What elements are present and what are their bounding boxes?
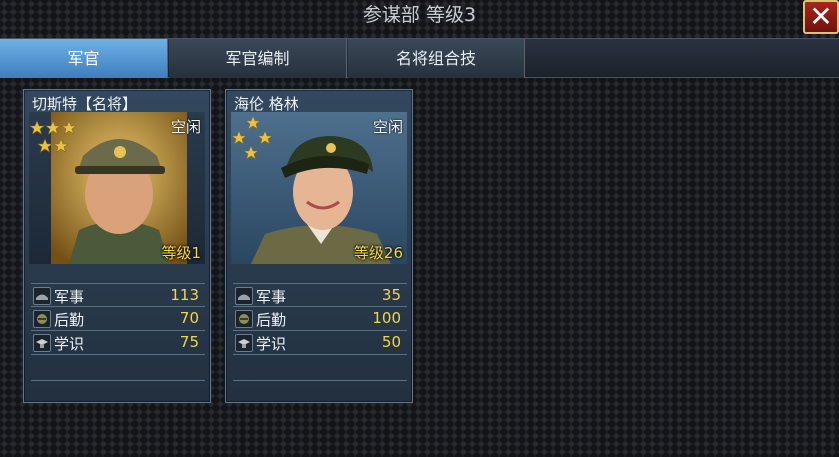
stat-value: 35 (381, 286, 401, 304)
officer-portrait: 空闲 等级26 (231, 112, 407, 264)
star-icon (231, 130, 247, 145)
stat-value: 100 (372, 309, 401, 327)
stat-row-logistics: 后勤 70 (31, 307, 205, 331)
stat-label: 军事 (54, 288, 85, 306)
level-label: 等级26 (353, 244, 403, 262)
officer-portrait: 空闲 等级1 (29, 112, 205, 264)
logistics-icon (33, 310, 51, 328)
stat-value: 70 (179, 309, 199, 327)
stat-value: 50 (381, 333, 401, 351)
officer-card[interactable]: 海伦 格林 空闲 等级26 军事 35 后勤 100 学识 50 (225, 89, 413, 403)
stat-row-knowledge: 学识 50 (233, 331, 407, 355)
officer-name: 切斯特【名将】 (32, 95, 138, 113)
star-icon (257, 130, 273, 145)
stat-value: 75 (179, 333, 199, 351)
rank-stars (29, 120, 77, 153)
officer-name: 海伦 格林 (234, 95, 299, 113)
stat-label: 军事 (256, 288, 287, 306)
logistics-icon (235, 310, 253, 328)
rank-stars (231, 115, 273, 160)
knowledge-icon (33, 334, 51, 352)
military-icon (33, 287, 51, 305)
level-label: 等级1 (161, 244, 201, 262)
window-title: 参谋部 等级3 (362, 4, 477, 26)
stat-label: 学识 (54, 335, 85, 353)
star-icon (29, 120, 45, 135)
stat-row-knowledge: 学识 75 (31, 331, 205, 355)
star-icon (61, 120, 77, 135)
knowledge-icon (235, 334, 253, 352)
stat-row-logistics: 后勤 100 (233, 307, 407, 331)
officer-card[interactable]: 切斯特【名将】 空闲 等级1 军事 113 后勤 70 学识 75 (23, 89, 211, 403)
stats-list: 军事 113 后勤 70 学识 75 (31, 283, 205, 381)
star-icon (245, 115, 261, 130)
military-icon (235, 287, 253, 305)
stat-row-empty (31, 355, 205, 381)
stat-row-military: 军事 35 (233, 283, 407, 307)
star-icon (45, 120, 61, 135)
close-icon: ✕ (809, 0, 833, 33)
tab-officers[interactable]: 军官 (0, 39, 168, 78)
stat-label: 后勤 (256, 311, 287, 329)
status-label: 空闲 (372, 118, 403, 136)
stat-row-military: 军事 113 (31, 283, 205, 307)
tab-officer-roster[interactable]: 军官编制 (169, 39, 347, 78)
stats-list: 军事 35 后勤 100 学识 50 (233, 283, 407, 381)
star-icon (37, 138, 53, 153)
status-label: 空闲 (170, 118, 201, 136)
stat-label: 学识 (256, 335, 287, 353)
stat-row-empty (233, 355, 407, 381)
close-button[interactable]: ✕ (803, 0, 839, 34)
star-icon (53, 138, 69, 153)
stat-label: 后勤 (54, 311, 85, 329)
tab-combo-skills[interactable]: 名将组合技 (348, 39, 525, 78)
stat-value: 113 (170, 286, 199, 304)
star-icon (243, 145, 259, 160)
tab-bar: 军官 军官编制 名将组合技 (0, 38, 839, 78)
